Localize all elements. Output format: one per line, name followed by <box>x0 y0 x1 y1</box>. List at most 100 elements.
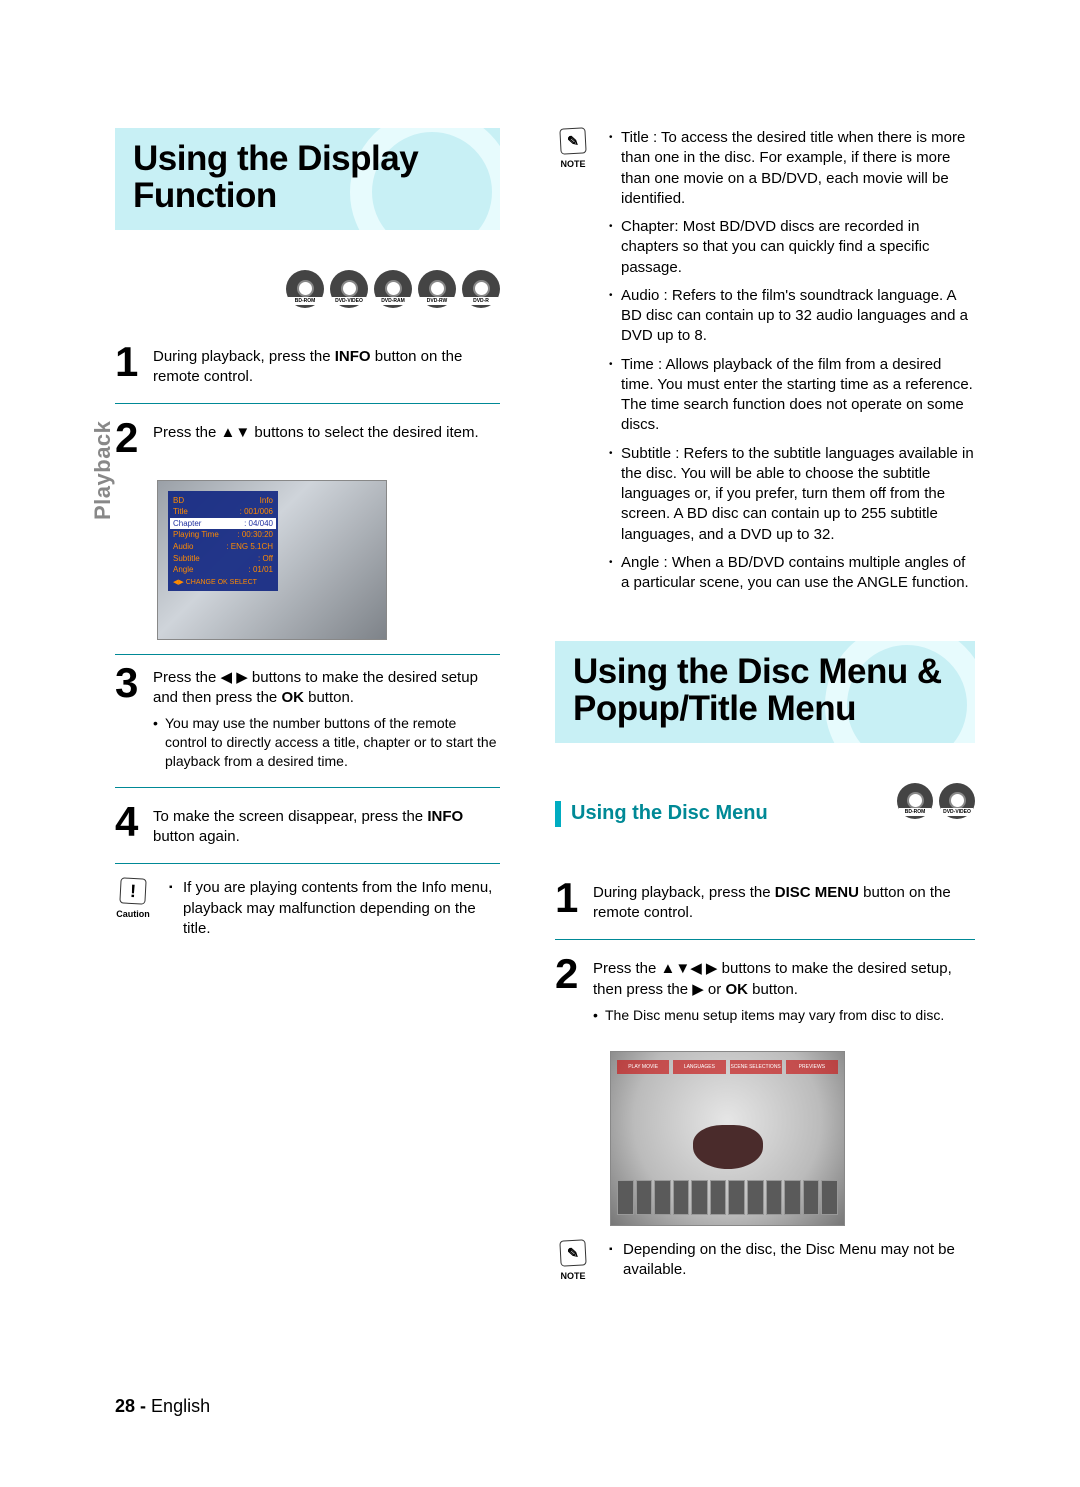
step-item: 2 Press the ▲▼◀ ▶ buttons to make the de… <box>555 946 975 1040</box>
thumb <box>821 1180 838 1215</box>
accent-bar-icon <box>555 801 561 827</box>
banner-title: Using the Disc Menu & Popup/Title Menu <box>573 654 957 728</box>
disc-label: DVD-R <box>464 297 498 305</box>
pencil-icon: ✎ <box>559 127 586 154</box>
osd-r: Info <box>260 496 273 506</box>
caution-box: ! Caution If you are playing contents fr… <box>115 878 500 939</box>
osd-l: Chapter <box>173 519 201 529</box>
osd-r: : 00:30:20 <box>237 530 273 540</box>
left-column: Using the Display Function BD-ROM DVD-VI… <box>115 128 500 1407</box>
thumb <box>710 1180 727 1215</box>
osd-l: Angle <box>173 565 193 575</box>
page-number: 28 - <box>115 1396 146 1416</box>
t: button. <box>304 689 354 706</box>
thumb <box>803 1180 820 1215</box>
disc-icon: DVD-VIDEO <box>939 783 975 819</box>
osd-l: BD <box>173 496 184 506</box>
pencil-icon: ✎ <box>559 1239 586 1266</box>
t: During playback, press the <box>153 348 335 365</box>
note-item: Subtitle : Refers to the subtitle langua… <box>609 444 975 545</box>
osd-r: : 01/01 <box>249 565 273 575</box>
t-bold: INFO <box>427 808 463 825</box>
osd-r: : 04/040 <box>244 519 273 529</box>
menu-item: PREVIEWS <box>786 1060 838 1074</box>
step-number: 4 <box>115 804 141 848</box>
step-sub: You may use the number buttons of the re… <box>153 714 500 771</box>
note-body: Title : To access the desired title when… <box>609 128 975 601</box>
note-icon: ✎ NOTE <box>555 1240 591 1282</box>
t: button again. <box>153 828 240 845</box>
thumb <box>747 1180 764 1215</box>
step-text: To make the screen disappear, press the … <box>153 804 500 848</box>
section-banner-discmenu: Using the Disc Menu & Popup/Title Menu <box>555 641 975 743</box>
t-bold: INFO <box>335 348 371 365</box>
osd-l: Title <box>173 507 188 517</box>
osd-r: : Off <box>258 554 273 564</box>
osd-screenshot: BD Info Title : 001/006 Chapter : 04/040 P… <box>157 480 387 640</box>
banner-title: Using the Display Function <box>133 141 482 215</box>
disc-icon: DVD-R <box>462 270 500 308</box>
step-text: During playback, press the INFO button o… <box>153 344 500 388</box>
step-number: 2 <box>115 420 141 456</box>
thumb <box>636 1180 653 1215</box>
page-body: Using the Display Function BD-ROM DVD-VI… <box>0 0 1080 1487</box>
note-box-bottom: ✎ NOTE Depending on the disc, the Disc M… <box>555 1240 975 1282</box>
thumb <box>784 1180 801 1215</box>
step-number: 2 <box>555 956 581 1024</box>
page-footer: 28 - English <box>115 1396 210 1417</box>
screenshot-thumbs <box>617 1180 838 1215</box>
thumb <box>654 1180 671 1215</box>
disc-icon: DVD-VIDEO <box>330 270 368 308</box>
disc-compatibility-row: BD-ROM DVD-VIDEO DVD-RAM DVD-RW DVD-R <box>115 270 500 308</box>
t: button. <box>748 981 798 998</box>
osd-row: Title : 001/006 <box>173 506 273 518</box>
disc-icon: DVD-RW <box>418 270 456 308</box>
section-banner-display: Using the Display Function <box>115 128 500 230</box>
caution-icon: ! Caution <box>115 878 151 939</box>
step-number: 3 <box>115 665 141 771</box>
note-item: Time : Allows playback of the film from … <box>609 355 975 436</box>
disc-compatibility-row: BD-ROM DVD-VIDEO <box>897 783 975 819</box>
osd-l: Playing Time <box>173 530 219 540</box>
step-text: Press the ▲▼◀ ▶ buttons to make the desi… <box>593 956 975 1024</box>
note-item: Title : To access the desired title when… <box>609 128 975 209</box>
thumb <box>691 1180 708 1215</box>
thumb <box>617 1180 634 1215</box>
disc-icon: BD-ROM <box>286 270 324 308</box>
osd-row: Subtitle: Off <box>173 553 273 565</box>
osd-row: Chapter : 04/040 <box>170 518 276 530</box>
disc-label: DVD-VIDEO <box>332 297 366 305</box>
osd-header: BD Info <box>173 495 273 507</box>
osd-r: : ENG 5.1CH <box>226 542 273 552</box>
caution-text: If you are playing contents from the Inf… <box>169 878 500 939</box>
note-item: Chapter: Most BD/DVD discs are recorded … <box>609 217 975 278</box>
note-item: Angle : When a BD/DVD contains multiple … <box>609 553 975 594</box>
note-label: NOTE <box>560 1270 585 1282</box>
t-bold: OK <box>281 689 304 706</box>
osd-row: Audio : ENG 5.1CH <box>173 541 273 553</box>
t-bold: OK <box>725 981 748 998</box>
note-text: Depending on the disc, the Disc Menu may… <box>609 1240 975 1282</box>
note-item: Audio : Refers to the film's soundtrack … <box>609 286 975 347</box>
disc-menu-screenshot: PLAY MOVIE LANGUAGES SCENE SELECTIONS PR… <box>610 1051 845 1226</box>
t: During playback, press the <box>593 884 775 901</box>
menu-item: PLAY MOVIE <box>617 1060 669 1074</box>
osd-row: Angle : 01/01 <box>173 564 273 576</box>
page-language: English <box>151 1396 210 1416</box>
thumb <box>728 1180 745 1215</box>
menu-item: LANGUAGES <box>673 1060 725 1074</box>
thumb <box>673 1180 690 1215</box>
osd-l: Audio <box>173 542 193 552</box>
caution-item: If you are playing contents from the Inf… <box>169 878 500 939</box>
step-item: 1 During playback, press the INFO button… <box>115 334 500 405</box>
face-placeholder-icon <box>693 1125 763 1169</box>
disc-icon: DVD-RAM <box>374 270 412 308</box>
step-item: 2 Press the ▲▼ buttons to select the des… <box>115 410 500 472</box>
right-column: ✎ NOTE Title : To access the desired tit… <box>555 128 975 1407</box>
menu-item: SCENE SELECTIONS <box>730 1060 782 1074</box>
osd-row: Playing Time : 00:30:20 <box>173 529 273 541</box>
disc-label: BD-ROM <box>899 808 931 816</box>
osd-panel: BD Info Title : 001/006 Chapter : 04/040 P… <box>168 491 278 592</box>
osd-r: : 001/006 <box>240 507 273 517</box>
note-list: Title : To access the desired title when… <box>609 128 975 593</box>
